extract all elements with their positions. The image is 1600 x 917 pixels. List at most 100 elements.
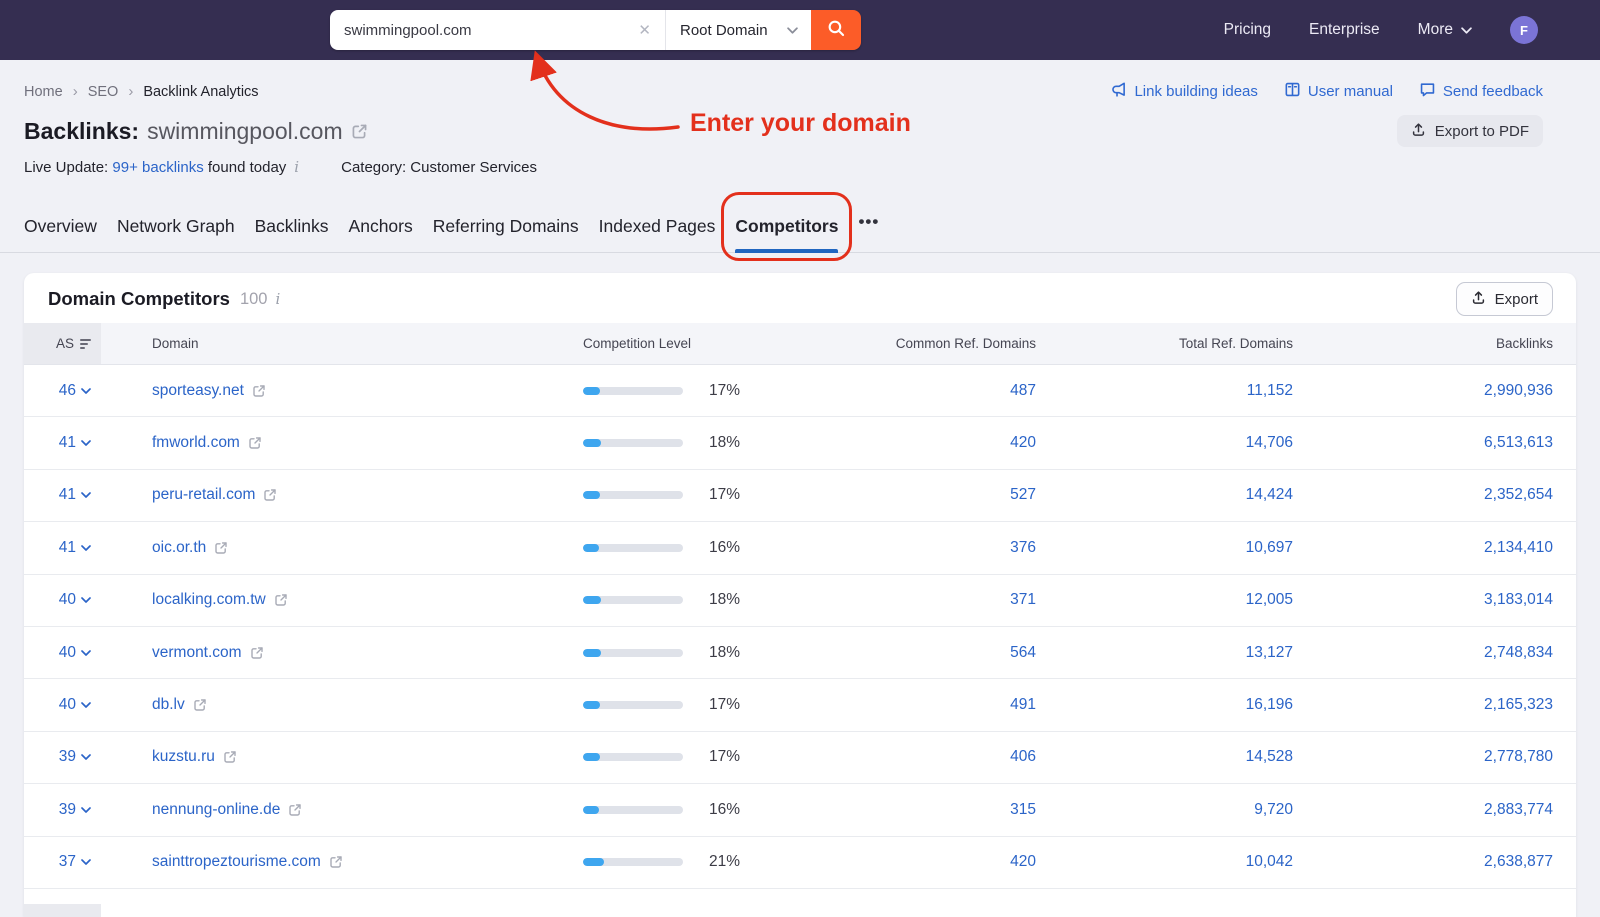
info-icon[interactable]: i <box>275 290 280 308</box>
external-link-icon[interactable] <box>248 436 262 450</box>
domain-link[interactable]: localking.com.tw <box>152 591 266 609</box>
external-link-icon[interactable] <box>263 488 277 502</box>
domain-link[interactable]: db.lv <box>152 696 185 714</box>
common-ref-domains-value[interactable]: 527 <box>1010 486 1036 504</box>
common-ref-domains-value[interactable]: 376 <box>1010 539 1036 557</box>
as-value[interactable]: 37 <box>59 853 76 871</box>
external-link-icon[interactable] <box>250 646 264 660</box>
nav-more-menu[interactable]: More <box>1418 21 1472 39</box>
tab-referring-domains[interactable]: Referring Domains <box>433 200 579 252</box>
tab-competitors[interactable]: Competitors <box>735 200 838 252</box>
tab-anchors[interactable]: Anchors <box>349 200 413 252</box>
as-value[interactable]: 40 <box>59 591 76 609</box>
tab-overview[interactable]: Overview <box>24 200 97 252</box>
column-header-domain[interactable]: Domain <box>101 323 561 364</box>
total-ref-domains-value[interactable]: 14,528 <box>1246 748 1293 766</box>
backlinks-value[interactable]: 2,638,877 <box>1484 853 1553 871</box>
tab-network-graph[interactable]: Network Graph <box>117 200 235 252</box>
domain-link[interactable]: fmworld.com <box>152 434 240 452</box>
total-ref-domains-value[interactable]: 10,697 <box>1246 539 1293 557</box>
live-update-link[interactable]: 99+ backlinks <box>112 159 203 176</box>
chevron-down-icon[interactable] <box>81 545 91 551</box>
backlinks-value[interactable]: 2,883,774 <box>1484 801 1553 819</box>
domain-link[interactable]: peru-retail.com <box>152 486 255 504</box>
export-button[interactable]: Export <box>1456 282 1553 316</box>
avatar[interactable]: F <box>1510 16 1538 44</box>
total-ref-domains-value[interactable]: 13,127 <box>1246 644 1293 662</box>
backlinks-value[interactable]: 2,748,834 <box>1484 644 1553 662</box>
as-value[interactable]: 39 <box>59 801 76 819</box>
as-value[interactable]: 40 <box>59 696 76 714</box>
chevron-down-icon[interactable] <box>81 702 91 708</box>
backlinks-value[interactable]: 3,183,014 <box>1484 591 1553 609</box>
domain-link[interactable]: oic.or.th <box>152 539 206 557</box>
breadcrumb-item-home[interactable]: Home <box>24 84 63 100</box>
backlinks-value[interactable]: 6,513,613 <box>1484 434 1553 452</box>
chevron-down-icon[interactable] <box>81 650 91 656</box>
as-value[interactable]: 46 <box>59 382 76 400</box>
nav-link-pricing[interactable]: Pricing <box>1224 21 1271 39</box>
domain-link[interactable]: sporteasy.net <box>152 382 244 400</box>
total-ref-domains-value[interactable]: 9,720 <box>1254 801 1293 819</box>
chevron-down-icon[interactable] <box>81 388 91 394</box>
external-link-icon[interactable] <box>351 123 368 140</box>
common-ref-domains-value[interactable]: 564 <box>1010 644 1036 662</box>
nav-link-enterprise[interactable]: Enterprise <box>1309 21 1380 39</box>
total-ref-domains-value[interactable]: 14,706 <box>1246 434 1293 452</box>
common-ref-domains-value[interactable]: 420 <box>1010 434 1036 452</box>
common-ref-domains-value[interactable]: 487 <box>1010 382 1036 400</box>
external-link-icon[interactable] <box>214 541 228 555</box>
backlinks-value[interactable]: 2,352,654 <box>1484 486 1553 504</box>
chevron-down-icon[interactable] <box>81 597 91 603</box>
breadcrumb-item-backlink-analytics[interactable]: Backlink Analytics <box>143 84 258 100</box>
chevron-down-icon[interactable] <box>81 859 91 865</box>
external-link-icon[interactable] <box>329 855 343 869</box>
common-ref-domains-value[interactable]: 315 <box>1010 801 1036 819</box>
backlinks-value[interactable]: 2,778,780 <box>1484 748 1553 766</box>
search-button[interactable] <box>811 10 861 50</box>
as-value[interactable]: 39 <box>59 748 76 766</box>
external-link-icon[interactable] <box>274 593 288 607</box>
external-link-icon[interactable] <box>193 698 207 712</box>
clear-search-icon[interactable]: ✕ <box>636 21 653 39</box>
as-value[interactable]: 41 <box>59 434 76 452</box>
total-ref-domains-value[interactable]: 16,196 <box>1246 696 1293 714</box>
domain-link[interactable]: nennung-online.de <box>152 801 280 819</box>
as-value[interactable]: 41 <box>59 486 76 504</box>
external-link-icon[interactable] <box>252 384 266 398</box>
column-header-as[interactable]: AS <box>24 323 101 364</box>
column-header-common-ref-domains[interactable]: Common Ref. Domains <box>821 323 1036 364</box>
common-ref-domains-value[interactable]: 371 <box>1010 591 1036 609</box>
total-ref-domains-value[interactable]: 11,152 <box>1247 382 1293 400</box>
chevron-down-icon[interactable] <box>81 440 91 446</box>
common-ref-domains-value[interactable]: 420 <box>1010 853 1036 871</box>
external-link-icon[interactable] <box>288 803 302 817</box>
domain-link[interactable]: sainttropeztourisme.com <box>152 853 321 871</box>
utility-link-user-manual[interactable]: User manual <box>1284 81 1393 102</box>
total-ref-domains-value[interactable]: 14,424 <box>1246 486 1293 504</box>
total-ref-domains-value[interactable]: 12,005 <box>1246 591 1293 609</box>
tab-backlinks[interactable]: Backlinks <box>255 200 329 252</box>
backlinks-value[interactable]: 2,134,410 <box>1484 539 1553 557</box>
total-ref-domains-value[interactable]: 10,042 <box>1246 853 1293 871</box>
chevron-down-icon[interactable] <box>81 492 91 498</box>
search-input[interactable] <box>344 22 636 39</box>
as-value[interactable]: 40 <box>59 644 76 662</box>
column-header-competition-level[interactable]: Competition Level <box>561 323 821 364</box>
common-ref-domains-value[interactable]: 406 <box>1010 748 1036 766</box>
info-icon[interactable]: i <box>294 158 299 176</box>
column-header-total-ref-domains[interactable]: Total Ref. Domains <box>1036 323 1293 364</box>
as-value[interactable]: 41 <box>59 539 76 557</box>
utility-link-send-feedback[interactable]: Send feedback <box>1419 81 1543 102</box>
domain-link[interactable]: vermont.com <box>152 644 242 662</box>
breadcrumb-item-seo[interactable]: SEO <box>88 84 119 100</box>
utility-link-link-building-ideas[interactable]: Link building ideas <box>1110 81 1257 102</box>
backlinks-value[interactable]: 2,990,936 <box>1484 382 1553 400</box>
backlinks-value[interactable]: 2,165,323 <box>1484 696 1553 714</box>
chevron-down-icon[interactable] <box>81 754 91 760</box>
more-tabs-icon[interactable]: ••• <box>858 196 879 252</box>
common-ref-domains-value[interactable]: 491 <box>1010 696 1036 714</box>
search-scope-select[interactable]: Root Domain <box>665 10 811 50</box>
column-header-backlinks[interactable]: Backlinks <box>1293 323 1553 364</box>
external-link-icon[interactable] <box>223 750 237 764</box>
